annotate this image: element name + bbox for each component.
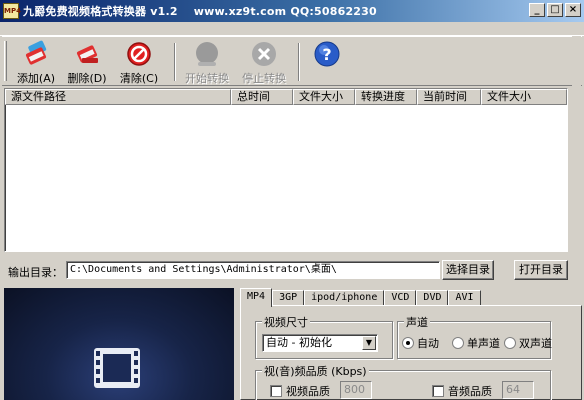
maximize-button[interactable]: □ bbox=[547, 3, 563, 17]
clear-button-label: 清除(C) bbox=[119, 72, 159, 85]
tab-avi[interactable]: AVI bbox=[448, 290, 481, 306]
tab-dvd[interactable]: DVD bbox=[416, 290, 449, 306]
stop-convert-icon bbox=[252, 42, 276, 66]
channel-radio-auto[interactable]: 自动 bbox=[402, 335, 439, 351]
clear-icon bbox=[127, 42, 151, 66]
video-size-group: 视频尺寸 自动 - 初始化 ▼ bbox=[255, 314, 393, 359]
menu-bar bbox=[0, 22, 584, 36]
title-bar: MP4 九爵免费视频格式转换器 v1.2 www.xz9t.com QQ:508… bbox=[0, 0, 584, 22]
tab-mp4[interactable]: MP4 bbox=[240, 288, 273, 307]
channel-auto-label: 自动 bbox=[417, 337, 439, 350]
delete-button[interactable]: 删除(D) bbox=[62, 39, 112, 85]
help-icon: ? bbox=[314, 41, 340, 67]
channel-radio-stereo[interactable]: 双声道 bbox=[504, 335, 552, 351]
toolbar: 添加(A) 删除(D) 清除(C) 开始转换 停止转换 ? bbox=[2, 36, 582, 86]
open-directory-button[interactable]: 打开目录 bbox=[514, 260, 568, 280]
toolbar-separator bbox=[174, 43, 176, 81]
toolbar-grip[interactable] bbox=[4, 41, 7, 81]
column-header-source-path[interactable]: 源文件路径 bbox=[5, 89, 231, 105]
column-header-total-time[interactable]: 总时间 bbox=[231, 89, 293, 105]
radio-unselected-icon bbox=[452, 337, 464, 349]
start-convert-label: 开始转换 bbox=[185, 72, 229, 85]
toolbar-separator bbox=[298, 43, 300, 81]
radio-unselected-icon bbox=[504, 337, 516, 349]
checkbox-icon bbox=[270, 385, 282, 397]
tab-3gp[interactable]: 3GP bbox=[272, 290, 305, 306]
quality-group: 视(音)频品质 (Kbps) 视频品质 800 音频品质 64 bbox=[255, 363, 551, 400]
delete-file-icon bbox=[76, 45, 98, 63]
svg-text:?: ? bbox=[322, 45, 331, 64]
video-quality-input[interactable]: 800 bbox=[340, 381, 372, 399]
column-header-current-time[interactable]: 当前时间 bbox=[417, 89, 481, 105]
format-tabs: MP4 3GP ipod/iphone VCD DVD AVI 视频尺寸 自动 … bbox=[240, 288, 584, 400]
start-convert-icon bbox=[196, 42, 218, 66]
channel-radio-mono[interactable]: 单声道 bbox=[452, 335, 500, 351]
video-size-title: 视频尺寸 bbox=[262, 314, 310, 330]
quality-title: 视(音)频品质 (Kbps) bbox=[262, 363, 369, 379]
tab-ipod-iphone[interactable]: ipod/iphone bbox=[304, 290, 385, 306]
channel-mono-label: 单声道 bbox=[467, 337, 500, 350]
add-button-label: 添加(A) bbox=[16, 72, 56, 85]
video-size-value: 自动 - 初始化 bbox=[266, 336, 332, 349]
audio-quality-label: 音频品质 bbox=[448, 385, 492, 398]
column-header-output-size[interactable]: 文件大小 bbox=[481, 89, 567, 105]
delete-button-label: 删除(D) bbox=[67, 72, 107, 85]
stop-convert-label: 停止转换 bbox=[242, 72, 286, 85]
video-quality-checkbox[interactable]: 视频品质 bbox=[270, 383, 330, 399]
video-quality-label: 视频品质 bbox=[286, 385, 330, 398]
video-size-select[interactable]: 自动 - 初始化 ▼ bbox=[262, 334, 378, 352]
browse-directory-button[interactable]: 选择目录 bbox=[442, 260, 494, 280]
column-header-file-size[interactable]: 文件大小 bbox=[293, 89, 355, 105]
audio-quality-checkbox[interactable]: 音频品质 bbox=[432, 383, 492, 399]
help-button[interactable]: ? bbox=[302, 39, 352, 85]
channel-group: 声道 自动 单声道 双声道 bbox=[397, 314, 552, 359]
add-file-icon bbox=[25, 40, 47, 65]
audio-quality-input[interactable]: 64 bbox=[502, 381, 534, 399]
minimize-button[interactable]: _ bbox=[529, 3, 545, 17]
tab-panel-mp4: 视频尺寸 自动 - 初始化 ▼ 声道 自动 单声道 双声道 视(音)频品质 (K… bbox=[240, 305, 582, 400]
clear-button[interactable]: 清除(C) bbox=[114, 39, 164, 85]
file-list-header: 源文件路径 总时间 文件大小 转换进度 当前时间 文件大小 bbox=[5, 89, 567, 105]
add-button[interactable]: 添加(A) bbox=[11, 39, 61, 85]
file-list[interactable]: 源文件路径 总时间 文件大小 转换进度 当前时间 文件大小 bbox=[4, 88, 568, 252]
app-icon: MP4 bbox=[3, 3, 21, 19]
channel-stereo-label: 双声道 bbox=[519, 337, 552, 350]
chevron-down-icon[interactable]: ▼ bbox=[362, 336, 376, 350]
start-convert-button[interactable]: 开始转换 bbox=[182, 39, 232, 85]
output-directory-label: 输出目录： bbox=[8, 266, 63, 279]
radio-selected-icon bbox=[402, 337, 414, 349]
output-directory-row: 输出目录： C:\Documents and Settings\Administ… bbox=[0, 260, 584, 282]
film-icon bbox=[94, 348, 140, 388]
video-preview bbox=[4, 288, 234, 400]
window-title: 九爵免费视频格式转换器 v1.2 www.xz9t.com QQ:5086223… bbox=[23, 5, 377, 18]
column-header-progress[interactable]: 转换进度 bbox=[355, 89, 417, 105]
checkbox-icon bbox=[432, 385, 444, 397]
channel-title: 声道 bbox=[404, 314, 430, 330]
window-scrollbar[interactable] bbox=[572, 36, 581, 100]
tab-vcd[interactable]: VCD bbox=[384, 290, 417, 306]
stop-convert-button[interactable]: 停止转换 bbox=[239, 39, 289, 85]
close-button[interactable]: × bbox=[565, 3, 581, 17]
output-directory-input[interactable]: C:\Documents and Settings\Administrator\… bbox=[66, 261, 440, 279]
